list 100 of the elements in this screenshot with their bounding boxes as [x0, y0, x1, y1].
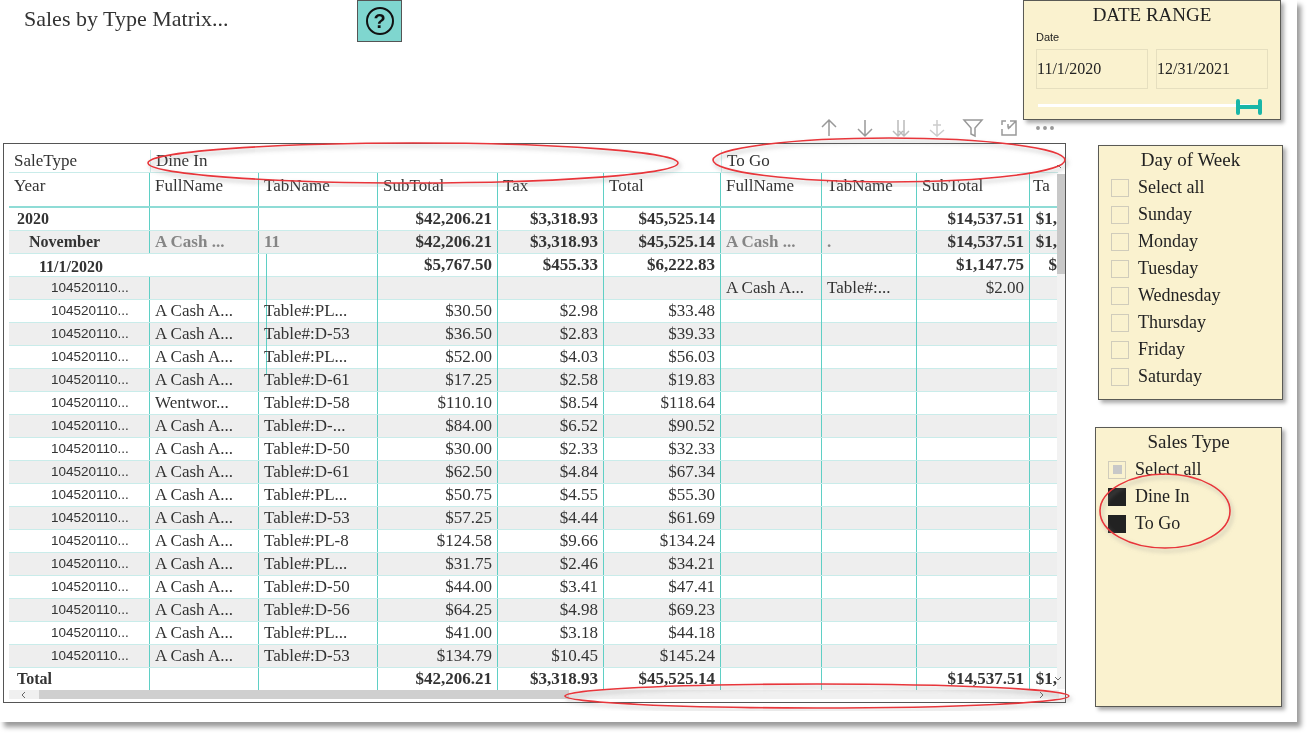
checkbox[interactable] [1108, 514, 1126, 533]
checkbox-label: Dine In [1135, 485, 1190, 508]
row-header-cell[interactable]: 104520110... [51, 533, 129, 548]
table-cell: $6.52 [559, 416, 598, 435]
table-cell: $17.25 [445, 370, 492, 389]
table-cell: $ [1048, 255, 1057, 274]
row-header-cell[interactable]: 104520110... [51, 280, 129, 295]
row-header-cell[interactable]: 104520110... [51, 464, 129, 479]
column-header[interactable]: Total [609, 176, 644, 195]
table-cell: Table#:D-53 [264, 646, 350, 665]
table-cell: $10.45 [551, 646, 598, 665]
column-header[interactable]: FullName [155, 176, 223, 195]
expand-all-icon[interactable] [890, 117, 912, 139]
table-cell: $57.25 [445, 508, 492, 527]
table-cell: $8.54 [559, 393, 598, 412]
focus-mode-icon[interactable] [998, 117, 1020, 139]
row-header-cell[interactable]: 2020 [17, 210, 49, 227]
row-header-cell[interactable]: 104520110... [51, 441, 129, 456]
horizontal-scrollbar[interactable] [9, 690, 1059, 699]
scroll-left-icon[interactable] [19, 691, 27, 699]
column-group-header[interactable]: Dine In [156, 151, 208, 170]
table-cell: Table#:D-50 [264, 439, 350, 458]
table-cell: A Cash A... [155, 577, 233, 596]
table-cell: A Cash A... [155, 646, 233, 665]
column-header[interactable]: TabName [264, 176, 330, 195]
vertical-scrollbar[interactable] [1057, 174, 1065, 689]
table-cell: Table#:... [827, 278, 891, 297]
table-cell: $55.30 [668, 485, 715, 504]
column-header[interactable]: FullName [726, 176, 794, 195]
checkbox-label: Thursday [1138, 311, 1206, 334]
table-cell: $45,525.14 [638, 209, 715, 228]
table-cell: $45,525.14 [638, 232, 715, 251]
date-field[interactable]: 12/31/2021 [1156, 49, 1268, 89]
table-cell: $14,537.51 [947, 232, 1024, 251]
slicer-title: DATE RANGE [1091, 3, 1213, 27]
help-button[interactable]: ? [357, 0, 402, 42]
table-cell: Wentwor... [155, 393, 229, 412]
table-cell: Table#:PL-8 [264, 531, 349, 550]
column-header[interactable]: TabName [827, 176, 893, 195]
table-cell: $1, [1035, 232, 1057, 251]
date-field[interactable]: 11/1/2020 [1036, 49, 1148, 89]
row-header-cell[interactable]: 104520110... [51, 372, 129, 387]
row-header-cell[interactable]: Total [17, 670, 52, 687]
checkbox-label: Saturday [1138, 365, 1202, 388]
table-cell: $1, [1035, 209, 1057, 228]
table-cell: Table#:D-61 [264, 370, 350, 389]
row-header-cell[interactable]: 104520110... [51, 418, 129, 433]
table-cell: $134.24 [659, 531, 715, 550]
checkbox-label: Friday [1138, 338, 1185, 361]
table-cell: Table#:D-... [264, 416, 346, 435]
table-cell: $45,525.14 [638, 669, 715, 688]
row-header-cell[interactable]: 104520110... [51, 487, 129, 502]
row-header-cell[interactable]: 104520110... [51, 303, 129, 318]
table-cell: Table#:D-50 [264, 577, 350, 596]
table-cell: $44.18 [668, 623, 715, 642]
column-group-header[interactable]: To Go [727, 151, 770, 170]
column-header[interactable]: Ta [1033, 176, 1050, 195]
table-cell: $4.44 [559, 508, 598, 527]
table-cell: $69.23 [668, 600, 715, 619]
checkbox[interactable] [1108, 487, 1126, 506]
row-header-cell[interactable]: 104520110... [51, 579, 129, 594]
row-header-cell[interactable]: November [29, 233, 101, 250]
table-cell: A Cash A... [155, 347, 233, 366]
table-cell: $64.25 [445, 600, 492, 619]
row-header-cell[interactable]: 104520110... [51, 602, 129, 617]
table-cell: $110.10 [437, 393, 492, 412]
table-cell: A Cash A... [155, 324, 233, 343]
table-cell: $2.98 [559, 301, 598, 320]
table-cell: $90.52 [668, 416, 715, 435]
table-cell: $30.50 [445, 301, 492, 320]
row-header-cell[interactable]: 104520110... [51, 648, 129, 663]
table-cell: $36.50 [445, 324, 492, 343]
sort-down-icon[interactable] [854, 117, 876, 139]
table-cell: $6,222.83 [647, 255, 715, 274]
table-cell: . [827, 232, 832, 251]
table-cell: $30.00 [445, 439, 492, 458]
table-cell: $1,147.75 [956, 255, 1024, 274]
row-header-cell[interactable]: 104520110... [51, 349, 129, 364]
table-cell: A Cash ... [155, 232, 225, 251]
table-cell: $33.48 [668, 301, 715, 320]
table-cell: Table#:PL... [264, 623, 348, 642]
row-header-cell[interactable]: 104520110... [51, 326, 129, 341]
slider-handle[interactable] [1235, 99, 1264, 115]
row-header-cell[interactable]: 11/1/2020 [39, 258, 103, 275]
row-header-cell[interactable]: 104520110... [51, 510, 129, 525]
table-cell: $2.58 [559, 370, 598, 389]
filter-icon[interactable] [962, 117, 984, 139]
row-header-cell[interactable]: 104520110... [51, 556, 129, 571]
row-header-cell[interactable]: 104520110... [51, 625, 129, 640]
table-cell: $4.03 [559, 347, 598, 366]
table-cell: $14,537.51 [947, 669, 1024, 688]
table-cell: $145.24 [659, 646, 715, 665]
table-cell: Table#:PL... [264, 554, 348, 573]
column-header[interactable]: Tax [503, 176, 529, 195]
table-cell: Table#:D-61 [264, 462, 350, 481]
row-header-cell[interactable]: 104520110... [51, 395, 129, 410]
table-cell: Table#:D-53 [264, 508, 350, 527]
scroll-right-icon[interactable] [1038, 691, 1046, 699]
field-label: Date [1036, 31, 1061, 43]
column-header[interactable]: Year [14, 176, 46, 195]
